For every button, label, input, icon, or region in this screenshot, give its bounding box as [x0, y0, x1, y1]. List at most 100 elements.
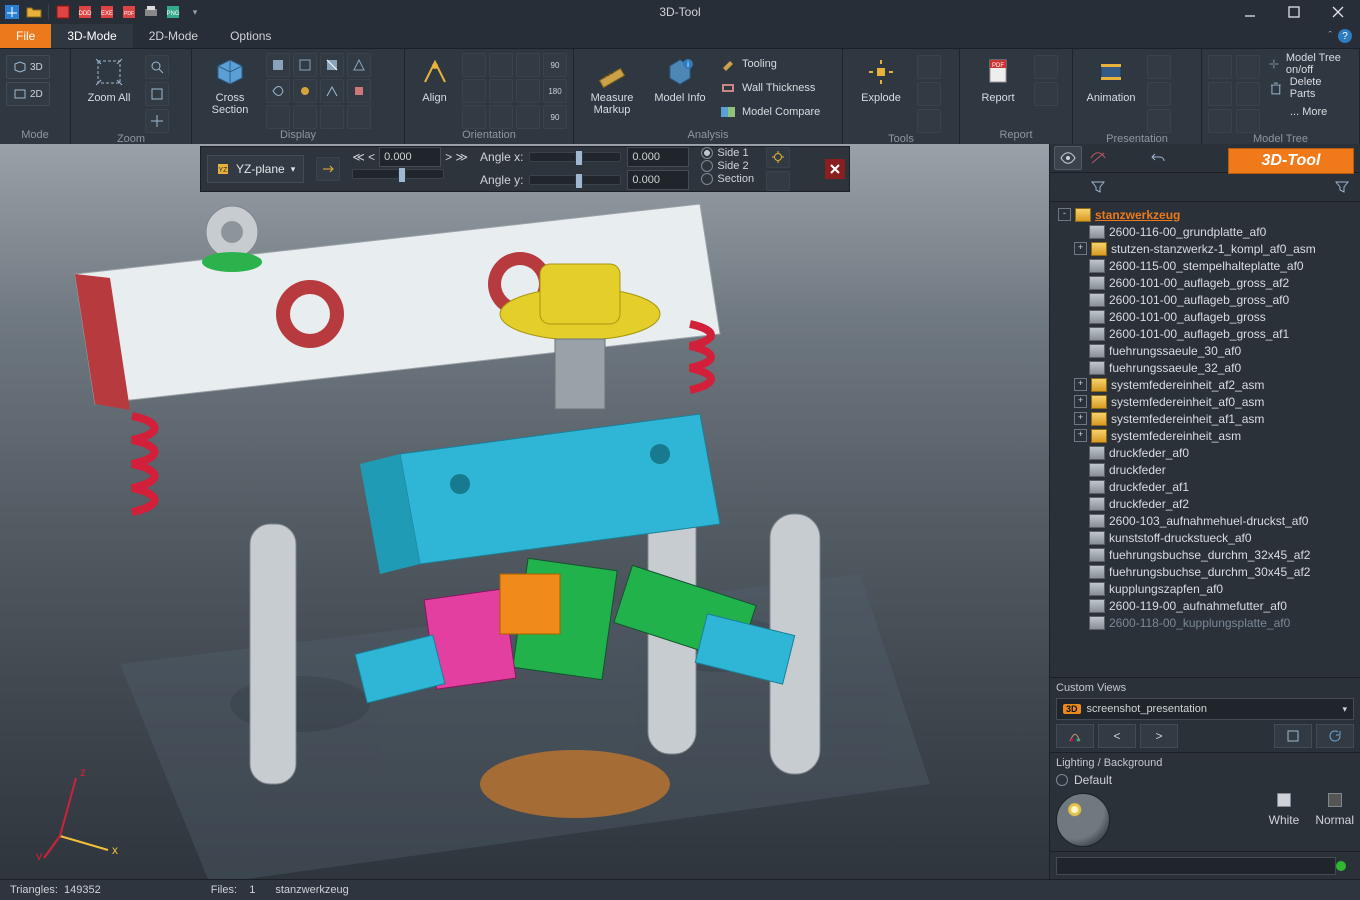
tree-node[interactable]: +stutzen-stanzwerkz-1_kompl_af0_asm [1054, 240, 1356, 257]
section-position-slider[interactable] [352, 169, 444, 179]
view-left[interactable] [462, 79, 486, 103]
tab-2d-mode[interactable]: 2D-Mode [133, 24, 214, 48]
cross-section-button[interactable]: Cross Section [198, 53, 262, 116]
tree-btn-2[interactable] [1208, 82, 1232, 106]
ts-eye-icon[interactable] [1054, 146, 1082, 170]
tree-node[interactable]: +systemfedereinheit_asm [1054, 427, 1356, 444]
window-close-button[interactable] [1316, 0, 1360, 24]
measure-markup-button[interactable]: Measure Markup [580, 53, 644, 116]
section-close-button[interactable] [825, 159, 845, 179]
animation-button[interactable]: Animation [1079, 53, 1143, 104]
disp-opt-3[interactable] [320, 79, 344, 103]
ts2-1[interactable] [1054, 175, 1082, 199]
model-info-button[interactable]: i Model Info [648, 53, 712, 104]
angle-y-slider[interactable] [529, 175, 621, 185]
tree-node[interactable]: +systemfedereinheit_af1_asm [1054, 410, 1356, 427]
disp-opt-5[interactable] [266, 105, 290, 129]
tree-node[interactable]: fuehrungsbuchse_durchm_30x45_af2 [1054, 563, 1356, 580]
radio-section[interactable]: Section [701, 173, 754, 185]
view-extra1[interactable] [489, 105, 513, 129]
tree-node[interactable]: 2600-119-00_aufnahmefutter_af0 [1054, 597, 1356, 614]
model-tree-toggle[interactable]: Model Tree on/off [1264, 53, 1353, 75]
view-extra2[interactable] [516, 105, 540, 129]
tree-node[interactable]: 2600-101-00_auflageb_gross_af1 [1054, 325, 1356, 342]
tree-btn-3[interactable] [1208, 109, 1232, 133]
tree-btn-6[interactable] [1236, 109, 1260, 133]
background-white-check[interactable] [1277, 793, 1291, 807]
section-plane-select[interactable]: YZ YZ-plane▾ [207, 155, 304, 183]
section-pos-rewind[interactable]: ≪ < [352, 150, 375, 164]
tree-node[interactable]: 2600-103_aufnahmehuel-druckst_af0 [1054, 512, 1356, 529]
mode-2d-button[interactable]: 2D [6, 82, 50, 106]
ts2-filter2-icon[interactable] [1328, 175, 1356, 199]
report-button[interactable]: PDF Report [966, 53, 1030, 104]
tree-node[interactable]: fuehrungssaeule_30_af0 [1054, 342, 1356, 359]
custom-view-prev[interactable]: < [1098, 724, 1136, 748]
ts-isolate-icon[interactable] [1114, 146, 1142, 170]
shade-mode-2[interactable] [293, 53, 317, 77]
zoom-all-button[interactable]: Zoom All [77, 53, 141, 104]
pres-opt-3[interactable] [1147, 109, 1171, 133]
tree-node[interactable]: druckfeder_af0 [1054, 444, 1356, 461]
lighting-default-radio[interactable] [1056, 774, 1068, 786]
tree-node[interactable]: kunststoff-druckstueck_af0 [1054, 529, 1356, 546]
tree-node[interactable]: druckfeder_af1 [1054, 478, 1356, 495]
view-bottom[interactable] [462, 105, 486, 129]
viewport-3d[interactable]: YZ YZ-plane▾ ≪ < > ≫ Angle x: Angle y: S… [0, 144, 1050, 880]
ts-undo-icon[interactable] [1144, 146, 1172, 170]
disp-opt-4[interactable] [347, 79, 371, 103]
report-opt-2[interactable] [1034, 82, 1058, 106]
zoom-window-button[interactable] [145, 55, 169, 79]
light-direction-sphere[interactable] [1056, 793, 1110, 847]
explode-button[interactable]: Explode [849, 53, 913, 104]
ribbon-collapse-icon[interactable]: ˆ [1328, 30, 1332, 42]
window-maximize-button[interactable] [1272, 0, 1316, 24]
custom-view-save[interactable] [1274, 724, 1312, 748]
mode-3d-button[interactable]: 3D [6, 55, 50, 79]
tree-btn-4[interactable] [1236, 55, 1260, 79]
tree-node[interactable]: 2600-101-00_auflageb_gross [1054, 308, 1356, 325]
view-top[interactable] [489, 53, 513, 77]
radio-side1[interactable]: Side 1 [701, 147, 748, 159]
tree-node[interactable]: +systemfedereinheit_af0_asm [1054, 393, 1356, 410]
shade-mode-3[interactable] [320, 53, 344, 77]
qat-save-icon[interactable] [55, 4, 71, 20]
view-iso[interactable] [516, 53, 540, 77]
tree-node[interactable]: 2600-116-00_grundplatte_af0 [1054, 223, 1356, 240]
background-normal-check[interactable] [1328, 793, 1342, 807]
ts-hide-icon[interactable] [1084, 146, 1112, 170]
tree-node[interactable]: 2600-101-00_auflageb_gross_af2 [1054, 274, 1356, 291]
tab-3d-mode[interactable]: 3D-Mode [51, 24, 132, 48]
tree-node[interactable]: druckfeder [1054, 461, 1356, 478]
ts2-filter-icon[interactable] [1084, 175, 1112, 199]
help-icon[interactable]: ? [1338, 29, 1352, 43]
zoom-drag-button[interactable] [145, 109, 169, 133]
more-button[interactable]: ... More [1264, 101, 1353, 123]
report-opt-1[interactable] [1034, 55, 1058, 79]
shade-mode-4[interactable] [347, 53, 371, 77]
tree-node[interactable]: +systemfedereinheit_af2_asm [1054, 376, 1356, 393]
pres-opt-2[interactable] [1147, 82, 1171, 106]
wall-thickness-button[interactable]: Wall Thickness [716, 77, 824, 99]
tree-node[interactable]: 2600-101-00_auflageb_gross_af0 [1054, 291, 1356, 308]
cross-section-toolbar[interactable]: YZ YZ-plane▾ ≪ < > ≫ Angle x: Angle y: S… [200, 146, 850, 192]
tooling-button[interactable]: Tooling [716, 53, 824, 75]
qat-save-png-icon[interactable]: PNG [165, 4, 181, 20]
section-extra-button[interactable] [766, 171, 790, 192]
tool-move[interactable] [917, 82, 941, 106]
tree-node[interactable]: 2600-115-00_stempelhalteplatte_af0 [1054, 257, 1356, 274]
custom-view-next[interactable]: > [1140, 724, 1178, 748]
tree-btn-5[interactable] [1236, 82, 1260, 106]
tab-options[interactable]: Options [214, 24, 287, 48]
qat-save-ddd-icon[interactable]: DDD [77, 4, 93, 20]
rot-180[interactable]: 180 [543, 79, 567, 103]
align-button[interactable]: Align [411, 53, 458, 104]
window-minimize-button[interactable] [1228, 0, 1272, 24]
section-pos-forward[interactable]: > ≫ [445, 150, 468, 164]
tree-node[interactable]: fuehrungssaeule_32_af0 [1054, 359, 1356, 376]
section-position-input[interactable] [379, 147, 441, 167]
custom-view-select[interactable]: 3Dscreenshot_presentation ▾ [1056, 698, 1354, 720]
rot-90[interactable]: 90 [543, 53, 567, 77]
custom-view-home[interactable] [1056, 724, 1094, 748]
model-tree[interactable]: -stanzwerkzeug2600-116-00_grundplatte_af… [1050, 202, 1360, 677]
